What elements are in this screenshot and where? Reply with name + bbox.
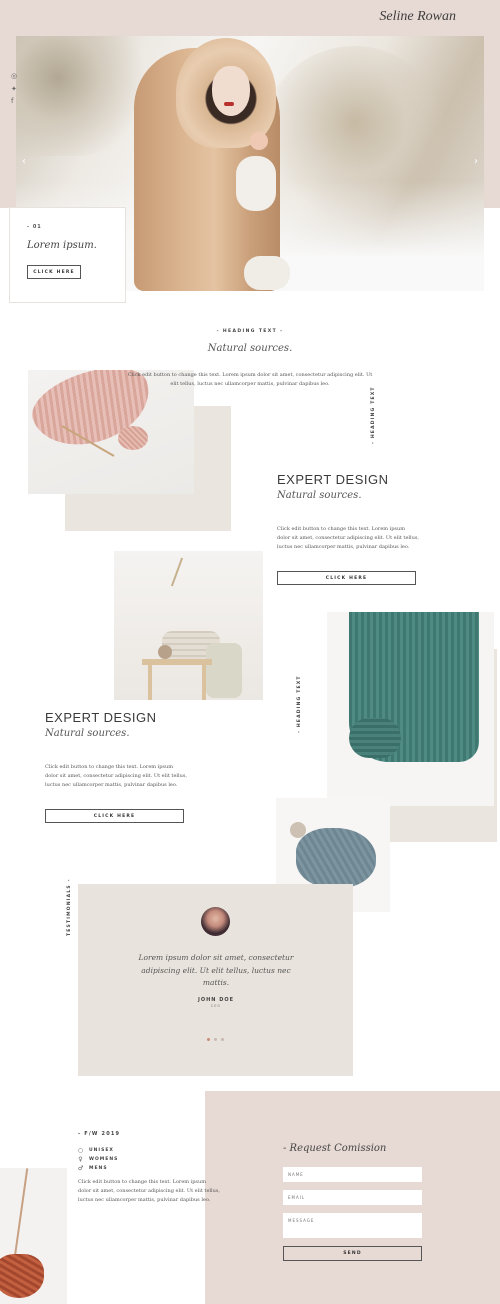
email-field[interactable] [283,1190,422,1205]
pompom [290,822,306,838]
vertical-heading: - HEADING TEXT [371,386,376,444]
glove [244,256,290,290]
facebook-icon[interactable]: f [11,97,13,105]
green-sweater-image [327,612,494,806]
send-button[interactable]: SEND [283,1246,422,1261]
name-field[interactable] [283,1167,422,1182]
testimonials-label: TESTIMONIALS - [67,878,72,936]
slider-dot-1[interactable] [207,1038,210,1041]
male-icon: ♂ [77,1164,85,1172]
feature-click-here-button[interactable]: CLICK HERE [45,809,184,823]
section-title: Natural sources. [207,343,293,354]
testimonial-name: JOHN DOE [197,997,235,1003]
feature-title: EXPERT DESIGN [277,472,389,487]
yarn-heart-image [0,1168,67,1304]
yarn-heart [0,1254,44,1298]
feature-subtitle: Natural sources. [45,728,130,739]
slide-number: - 01 [27,224,42,230]
feature-text: Click edit button to change this text. L… [277,526,419,550]
avatar [201,907,230,936]
feature-subtitle: Natural sources. [277,490,362,501]
stool-image [114,551,263,700]
collection-item-mens: ♂ MENS [77,1164,108,1172]
hero-caption-card [9,207,126,303]
circle-icon: ○ [77,1146,85,1154]
hero-click-here-button[interactable]: CLICK HERE [27,265,81,279]
message-field[interactable] [283,1213,422,1238]
brand-logo[interactable]: Seline Rowan [379,9,456,25]
pompom [250,132,268,150]
slider-dot-3[interactable] [221,1038,224,1041]
glove [236,156,276,211]
feature-text: Click edit button to change this text. L… [45,764,187,788]
footer-text: Click edit button to change this text. L… [78,1179,220,1203]
collection-item-label: WOMENS [89,1156,119,1162]
section-kicker: - HEADING TEXT - [216,329,284,334]
draped-blanket [206,643,242,698]
female-icon: ♀ [78,1155,84,1163]
dried-twig [170,557,184,587]
yarn-thread [13,1168,29,1258]
knitted-bonnet [296,828,376,888]
feature-click-here-button[interactable]: CLICK HERE [277,571,416,585]
testimonial-role: CEO [210,1004,222,1008]
section-intro-text: Click edit button to change this text. L… [127,372,373,387]
collection-item-label: MENS [89,1165,108,1171]
testimonial-quote: Lorem ipsum dolor sit amet, consectetur … [138,953,294,987]
collection-item-womens: ♀ WOMENS [78,1155,119,1163]
vertical-heading: - HEADING TEXT [297,675,302,733]
next-arrow-icon[interactable]: › [474,156,478,167]
collection-item-unisex: ○ UNISEX [77,1146,114,1154]
lips [224,102,234,106]
hero-title: Lorem ipsum. [27,240,97,251]
stool-leg [148,665,152,700]
prev-arrow-icon[interactable]: ‹ [22,156,26,167]
instagram-icon[interactable]: ◎ [11,72,17,80]
collection-label: - F/W 2019 [78,1131,121,1137]
stool-leg [202,665,206,700]
face [212,66,250,116]
slider-dot-2[interactable] [214,1038,217,1041]
sweater-cuff [349,718,401,758]
feature-title: EXPERT DESIGN [45,710,157,725]
yarn-ball [118,426,148,450]
twitter-icon[interactable]: ✦ [11,85,17,93]
collection-item-label: UNISEX [89,1147,114,1153]
pompom [158,645,172,659]
request-commission-title: - Request Comission [283,1143,387,1154]
